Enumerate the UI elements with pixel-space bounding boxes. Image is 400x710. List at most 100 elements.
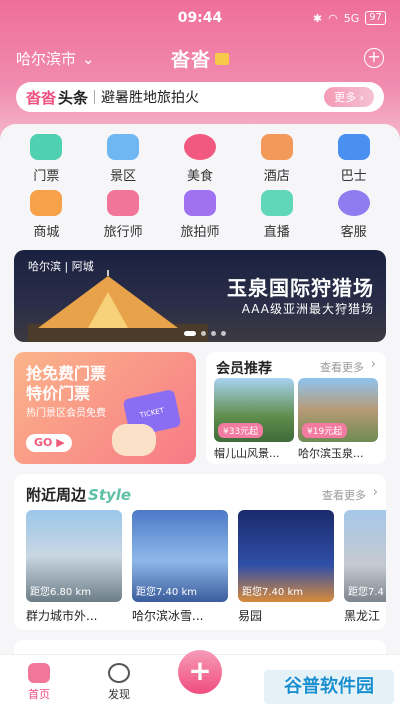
nearby-item-name: 哈尔滨冰雪... <box>132 609 204 623</box>
category-label: 旅行师 <box>103 225 143 240</box>
mountain-icon <box>107 134 140 160</box>
free-ticket-promo[interactable]: 抢免费门票 特价门票 热门景区会员免费 GO ▶ TICKET <box>14 352 196 464</box>
crown-icon <box>215 52 229 65</box>
tab-home[interactable]: 首页 <box>14 663 64 702</box>
distance-label: 距您6.80 km <box>30 587 91 598</box>
category-food[interactable]: 美食 <box>165 130 235 184</box>
promo-line2: 特价门票 <box>26 384 91 403</box>
distance-label: 距您7.4 <box>348 587 384 598</box>
tab-discover[interactable]: 发现 <box>94 663 144 702</box>
tent-image <box>28 270 208 342</box>
category-row: 门票 景区 美食 酒店 巴士 <box>0 130 400 184</box>
camera-icon <box>183 190 216 216</box>
nearby-section: 附近周边 Style 查看更多 › 距您6.80 km 群力城市外... 距您7.… <box>14 474 386 630</box>
night-tower-photo: 距您7.40 km <box>238 510 334 602</box>
publish-button[interactable]: + <box>178 650 222 694</box>
battery-icon: 97 <box>365 11 386 25</box>
headline-brand: 沓沓 <box>26 88 57 107</box>
category-tickets[interactable]: 门票 <box>11 130 81 184</box>
category-travel-guide[interactable]: 旅行师 <box>88 186 158 240</box>
category-label: 直播 <box>263 225 290 240</box>
category-support[interactable]: 客服 <box>319 186 389 240</box>
chat-icon <box>337 190 370 216</box>
watermark-logo: 谷普软件园 <box>264 670 394 704</box>
category-label: 客服 <box>340 225 367 240</box>
member-item-name: 帽儿山风景... <box>214 447 280 460</box>
carousel-dots <box>184 331 226 336</box>
nearby-item-name: 群力城市外... <box>26 609 98 623</box>
category-mall[interactable]: 商城 <box>11 186 81 240</box>
category-label: 美食 <box>186 169 213 184</box>
bluetooth-icon: ✱ <box>312 11 323 25</box>
category-label: 巴士 <box>340 169 367 184</box>
nearby-item[interactable]: 距您7.40 km 哈尔滨冰雪... <box>132 510 228 624</box>
go-label: GO <box>34 436 53 449</box>
distance-label: 距您7.40 km <box>242 587 303 598</box>
banner-title: 玉泉国际狩猎场 <box>227 276 374 300</box>
video-icon <box>260 190 293 216</box>
hand-icon <box>112 424 156 456</box>
app-title-text: 沓沓 <box>170 49 211 71</box>
ticket-icon <box>30 134 63 160</box>
category-grid: 门票 景区 美食 酒店 巴士 商城 旅行师 旅拍师 直播 客服 <box>0 130 400 240</box>
price-badge: ¥19元起 <box>302 423 348 438</box>
headline-more-button[interactable]: 更多 › <box>324 87 374 107</box>
category-label: 门票 <box>33 169 60 184</box>
heart-icon <box>183 134 216 160</box>
building-photo: 距您7.4 <box>344 510 386 602</box>
shop-icon <box>30 190 63 216</box>
banner-location: 哈尔滨 | 阿城 <box>28 260 94 273</box>
category-label: 酒店 <box>263 169 290 184</box>
price-badge: ¥33元起 <box>218 423 264 438</box>
nearby-item[interactable]: 距您6.80 km 群力城市外... <box>26 510 122 624</box>
category-scenic[interactable]: 景区 <box>88 130 158 184</box>
compass-icon <box>108 663 130 683</box>
category-bus[interactable]: 巴士 <box>319 130 389 184</box>
chevron-right-icon: › <box>372 485 378 500</box>
member-item[interactable]: ¥19元起 哈尔滨玉泉... <box>298 378 378 461</box>
category-label: 景区 <box>110 169 137 184</box>
category-live[interactable]: 直播 <box>242 186 312 240</box>
mountain-photo: ¥33元起 <box>214 378 294 442</box>
signal-label: 5G <box>343 11 360 25</box>
banner-subtitle: AAA级亚洲最大狩猎场 <box>241 302 374 316</box>
add-icon[interactable]: + <box>364 48 384 68</box>
category-hotel[interactable]: 酒店 <box>242 130 312 184</box>
member-recommend: 会员推荐 查看更多 › ¥33元起 帽儿山风景... ¥19元起 哈尔滨玉泉..… <box>206 352 386 464</box>
category-label: 商城 <box>33 225 60 240</box>
nearby-title-text: 附近周边 <box>26 486 87 504</box>
headline-bar[interactable]: 沓沓 头条 避暑胜地旅拍火 更多 › <box>16 82 384 112</box>
city-photo: 距您6.80 km <box>26 510 122 602</box>
headline-brand-suffix: 头条 <box>58 88 89 107</box>
nearby-item-name: 易园 <box>238 609 263 623</box>
divider <box>94 90 96 104</box>
headline-text: 避暑胜地旅拍火 <box>101 90 200 106</box>
tab-home-label: 首页 <box>28 688 50 701</box>
tab-discover-label: 发现 <box>108 688 130 701</box>
promo-banner[interactable]: 哈尔滨 | 阿城 玉泉国际狩猎场 AAA级亚洲最大狩猎场 <box>14 250 386 342</box>
nearby-more-link[interactable]: 查看更多 <box>322 487 366 503</box>
go-button[interactable]: GO ▶ <box>26 434 72 452</box>
member-more-link[interactable]: 查看更多 <box>320 359 364 375</box>
category-photographer[interactable]: 旅拍师 <box>165 186 235 240</box>
page-title: 沓沓 <box>0 45 400 72</box>
distance-label: 距您7.40 km <box>136 587 197 598</box>
category-label: 旅拍师 <box>180 225 220 240</box>
status-icons: ✱ ◠ 5G 97 <box>313 11 386 25</box>
member-item-name: 哈尔滨玉泉... <box>298 447 364 460</box>
app-header: 哈尔滨市 ⌄ 沓沓 + <box>0 44 400 74</box>
promo-line3: 热门景区会员免费 <box>26 408 106 419</box>
bus-icon <box>337 134 370 160</box>
member-item[interactable]: ¥33元起 帽儿山风景... <box>214 378 294 461</box>
nearby-title: 附近周边 Style <box>26 484 131 505</box>
home-icon <box>28 663 50 683</box>
luggage-icon <box>107 190 140 216</box>
category-row: 商城 旅行师 旅拍师 直播 客服 <box>0 186 400 240</box>
hotel-icon <box>260 134 293 160</box>
wifi-icon: ◠ <box>328 11 338 25</box>
nearby-item[interactable]: 距您7.40 km 易园 <box>238 510 334 624</box>
status-bar: 09:44 ✱ ◠ 5G 97 <box>0 0 400 36</box>
nearby-item[interactable]: 距您7.4 黑龙江 <box>344 510 386 624</box>
nearby-title-style: Style <box>88 486 132 504</box>
chevron-right-icon: › <box>370 357 376 372</box>
